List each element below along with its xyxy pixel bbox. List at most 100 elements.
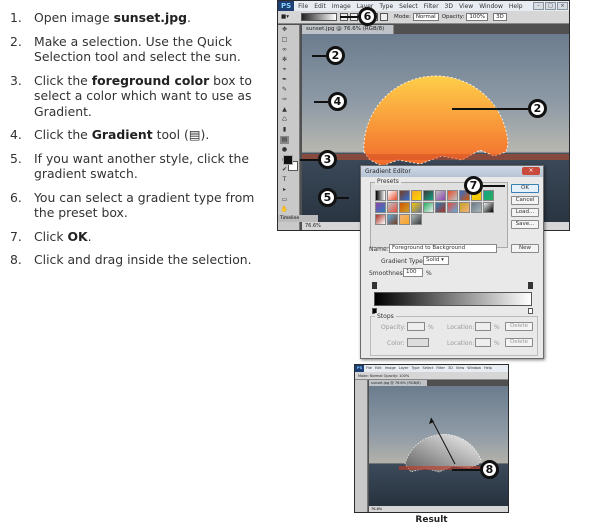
result-menu-3d[interactable]: 3D [448,365,453,372]
menu-help[interactable]: Help [509,3,523,10]
delete-opacity-stop-button[interactable]: Delete [505,322,533,331]
gradient-preset-swatch[interactable] [459,202,470,213]
stop-location-input[interactable] [475,322,491,331]
result-canvas[interactable] [369,386,508,506]
menu-3d[interactable]: 3D [445,3,453,10]
type-tool-icon[interactable]: T [280,176,289,184]
move-tool-icon[interactable]: ✥ [280,26,289,34]
result-opacity-value[interactable]: 100% [399,374,409,378]
stop-color-swatch[interactable] [407,338,429,347]
gradient-preset-swatch[interactable] [375,202,386,213]
delete-color-stop-button[interactable]: Delete [505,338,533,347]
gradient-type-select[interactable]: Solid ▾ [423,256,449,265]
menu-view[interactable]: View [459,3,473,10]
gradient-preset-swatch[interactable] [375,214,386,225]
crop-tool-icon[interactable]: ⌖ [280,66,289,74]
stop-opacity-input[interactable] [407,322,425,331]
result-menu-filter[interactable]: Filter [436,365,445,372]
menu-edit[interactable]: Edit [314,3,326,10]
result-menu-view[interactable]: View [456,365,464,372]
new-button[interactable]: New [511,244,539,253]
gradient-preset-swatch[interactable] [423,202,434,213]
dialog-close-icon[interactable]: × [522,167,540,175]
history-brush-icon[interactable]: ♺ [280,116,289,124]
gradient-preset-swatch[interactable] [399,202,410,213]
gradient-preset-swatch[interactable] [447,190,458,201]
gradient-preset-swatch[interactable] [447,202,458,213]
step-emphasis: foreground color [91,72,210,88]
workspace-select[interactable]: 3D [493,13,507,21]
gradient-tool-icon[interactable]: ▤ [280,136,289,144]
mode-select[interactable]: Normal [412,13,439,21]
gradient-preset-swatch[interactable] [471,202,482,213]
smoothness-input[interactable]: 100 [403,268,423,277]
blur-tool-icon[interactable]: ● [280,146,289,154]
menu-select[interactable]: Select [399,3,418,10]
opacity-stop-left[interactable] [372,282,377,289]
result-menu-window[interactable]: Window [467,365,481,372]
foreground-color-box[interactable] [283,155,293,165]
timeline-tab[interactable]: Timeline [278,215,318,222]
brush-tool-icon[interactable]: ✑ [280,96,289,104]
diamond-gradient-icon[interactable] [379,13,388,21]
gradient-preset-swatch[interactable] [375,190,386,201]
gradient-preset-swatch[interactable] [387,190,398,201]
result-menu-edit[interactable]: Edit [375,365,382,372]
ok-button[interactable]: OK [511,184,539,193]
gradient-preset-swatch[interactable] [387,214,398,225]
cancel-button[interactable]: Cancel [511,196,539,205]
gradient-swatch[interactable] [300,13,337,21]
result-menu-file[interactable]: File [366,365,372,372]
result-menu-type[interactable]: Type [411,365,419,372]
gradient-preset-swatch[interactable] [411,202,422,213]
step-text: Click the [34,72,92,88]
gradient-preset-swatch[interactable] [423,190,434,201]
color-location-input[interactable] [475,338,491,347]
gradient-preset-swatch[interactable] [399,214,410,225]
menu-window[interactable]: Window [479,3,503,10]
eraser-tool-icon[interactable]: ▮ [280,126,289,134]
result-menu-layer[interactable]: Layer [399,365,409,372]
result-menu-image[interactable]: Image [385,365,396,372]
eyedropper-tool-icon[interactable]: ✒ [280,76,289,84]
menu-file[interactable]: File [298,3,308,10]
minimize-icon[interactable]: – [533,2,544,10]
healing-tool-icon[interactable]: ✎ [280,86,289,94]
gradient-preset-swatch[interactable] [411,190,422,201]
result-menu-help[interactable]: Help [484,365,492,372]
menu-filter[interactable]: Filter [424,3,439,10]
close-icon[interactable]: × [557,2,568,10]
gradient-preset-swatch[interactable] [435,202,446,213]
opacity-input[interactable]: 100% [466,13,489,21]
step-number: 1. [10,10,22,25]
gradient-name-field[interactable]: Foreground to Background [389,244,497,253]
marquee-tool-icon[interactable]: □ [280,36,289,44]
stamp-tool-icon[interactable]: ▲ [280,106,289,114]
opacity-stop-right[interactable] [528,282,533,289]
result-menu-select[interactable]: Select [423,365,434,372]
callout-4-badge: 4 [328,92,347,111]
save-button[interactable]: Save... [511,220,539,229]
zoom-level[interactable]: 76.6% [305,223,321,229]
tool-preset-icon[interactable]: ■▾ [281,14,289,20]
gradient-preview-bar[interactable] [374,292,532,306]
shape-tool-icon[interactable]: ▭ [280,196,289,204]
gradient-preset-swatch[interactable] [387,202,398,213]
hand-tool-icon[interactable]: ✋ [280,206,289,214]
maximize-icon[interactable]: □ [545,2,556,10]
color-stop-right[interactable] [528,308,533,314]
step-number: 8. [10,252,22,267]
gradient-preset-swatch[interactable] [411,214,422,225]
callout-7: 7 [464,176,505,195]
gradient-preset-swatch[interactable] [435,190,446,201]
quick-selection-tool-icon[interactable]: ✻ [280,56,289,64]
path-selection-icon[interactable]: ▸ [280,186,289,194]
menu-type[interactable]: Type [379,3,393,10]
gradient-type-value: Solid [426,257,440,263]
result-mode-value[interactable]: Normal [370,374,383,378]
load-button[interactable]: Load... [511,208,539,217]
lasso-tool-icon[interactable]: ∞ [280,46,289,54]
gradient-preset-swatch[interactable] [483,202,494,213]
gradient-preset-swatch[interactable] [399,190,410,201]
document-tab[interactable]: sunset.jpg @ 76.6% (RGB/8) [302,25,394,34]
